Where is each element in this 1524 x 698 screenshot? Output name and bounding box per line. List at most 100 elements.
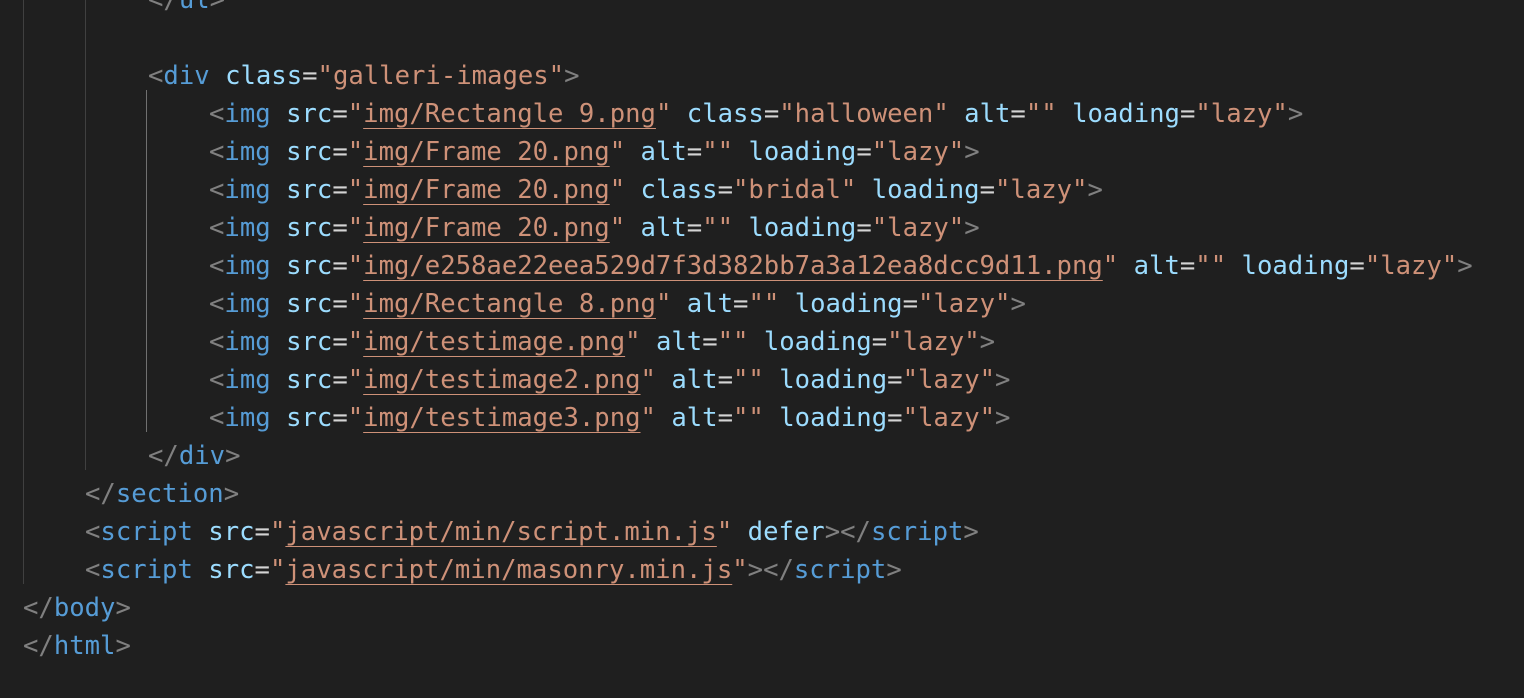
code-token: = (332, 213, 348, 243)
code-token: = (686, 213, 703, 243)
code-token: > (886, 555, 902, 585)
code-token: "" (748, 289, 780, 319)
code-line[interactable]: <img src="img/Rectangle 8.png" alt="" lo… (0, 285, 1524, 323)
code-token: "" (717, 327, 749, 357)
code-token: loading (1241, 251, 1350, 281)
code-token: alt (671, 365, 718, 395)
code-token: = (1179, 251, 1196, 281)
code-token: = (332, 289, 348, 319)
code-line[interactable]: <img src="img/testimage2.png" alt="" loa… (0, 361, 1524, 399)
file-link[interactable]: img/testimage3.png (363, 403, 640, 433)
code-line[interactable]: </section> (0, 475, 1524, 513)
code-line[interactable]: <img src="img/testimage3.png" alt="" loa… (0, 399, 1524, 437)
code-line[interactable]: <script src="javascript/min/masonry.min.… (0, 551, 1524, 589)
code-token: "bridal" (733, 175, 857, 205)
code-token: = (332, 251, 348, 281)
code-token: " (347, 213, 364, 243)
code-line[interactable]: <img src="img/e258ae22eea529d7f3d382bb7a… (0, 247, 1524, 285)
code-token: " (347, 175, 364, 205)
code-editor[interactable]: </ul> <div class="galleri-images"> <img sr… (0, 0, 1524, 698)
code-line[interactable]: <img src="img/Rectangle 9.png" class="ha… (0, 95, 1524, 133)
code-token: > (963, 517, 979, 547)
code-token: body (53, 593, 116, 623)
code-token: img (224, 403, 271, 433)
code-token: " (347, 327, 364, 357)
code-token: > (1287, 99, 1304, 129)
code-token: < (209, 99, 225, 129)
code-line[interactable]: <img src="img/Frame 20.png" alt="" loadi… (0, 133, 1524, 171)
file-link[interactable]: img/Frame 20.png (363, 137, 610, 167)
code-token: < (209, 175, 225, 205)
code-token: "galleri-images" (317, 61, 565, 91)
file-link[interactable]: javascript/min/masonry.min.js (285, 555, 732, 585)
code-token: "lazy" (871, 213, 965, 243)
code-token: alt (1133, 251, 1180, 281)
code-token: = (1010, 99, 1026, 129)
file-link[interactable]: javascript/min/script.min.js (285, 517, 716, 547)
file-link[interactable]: img/e258ae22eea529d7f3d382bb7a3a12ea8dcc… (363, 251, 1103, 281)
code-token: img (224, 327, 271, 357)
code-token: = (887, 403, 903, 433)
code-token: "lazy" (995, 175, 1088, 205)
code-token: loading (779, 365, 888, 395)
code-token: = (302, 61, 318, 91)
code-token: "lazy" (902, 365, 996, 395)
code-token: = (717, 365, 734, 395)
code-token: > (1010, 289, 1026, 319)
code-line[interactable]: <img src="img/testimage.png" alt="" load… (0, 323, 1524, 361)
file-link[interactable]: img/Frame 20.png (363, 213, 610, 243)
code-line[interactable]: </html> (0, 627, 1524, 665)
code-token: > (564, 61, 580, 91)
code-token: src (208, 555, 255, 585)
code-token: alt (640, 213, 687, 243)
code-line[interactable]: </div> (0, 437, 1524, 475)
code-line[interactable]: </ul> (0, 0, 1524, 19)
code-token: section (115, 479, 224, 509)
file-link[interactable]: img/Frame 20.png (363, 175, 610, 205)
code-token: </ (85, 479, 116, 509)
code-token: < (148, 61, 164, 91)
code-token: " (655, 99, 672, 129)
code-line[interactable]: <img src="img/Frame 20.png" alt="" loadi… (0, 209, 1524, 247)
code-token: > (964, 213, 980, 243)
code-line[interactable]: </body> (0, 589, 1524, 627)
code-token: = (332, 137, 348, 167)
code-token: src (286, 327, 333, 357)
code-token: alt (671, 403, 718, 433)
code-token: > (995, 403, 1011, 433)
code-token: > (1087, 175, 1103, 205)
code-token: html (53, 631, 116, 661)
file-link[interactable]: img/Rectangle 9.png (363, 99, 656, 129)
code-token: img (224, 99, 271, 129)
code-token: src (208, 517, 255, 547)
code-token: = (1179, 99, 1196, 129)
file-link[interactable]: img/testimage.png (363, 327, 625, 357)
code-token: = (332, 99, 348, 129)
code-token: > (115, 593, 131, 623)
file-link[interactable]: img/Rectangle 8.png (363, 289, 656, 319)
code-line[interactable] (0, 19, 1524, 57)
code-token: > (115, 631, 131, 661)
code-line[interactable]: <img src="img/Frame 20.png" class="brida… (0, 171, 1524, 209)
code-line[interactable]: <script src="javascript/min/script.min.j… (0, 513, 1524, 551)
code-token: < (85, 517, 101, 547)
code-token: "lazy" (1195, 99, 1288, 129)
code-token: = (702, 327, 718, 357)
code-token: "lazy" (1364, 251, 1458, 281)
code-token: script (100, 555, 193, 585)
code-line[interactable]: <div class="galleri-images"> (0, 57, 1524, 95)
code-token: = (887, 365, 903, 395)
code-token: img (224, 365, 271, 395)
code-token: " (347, 251, 364, 281)
file-link[interactable]: img/testimage2.png (363, 365, 640, 395)
code-token: src (286, 289, 333, 319)
